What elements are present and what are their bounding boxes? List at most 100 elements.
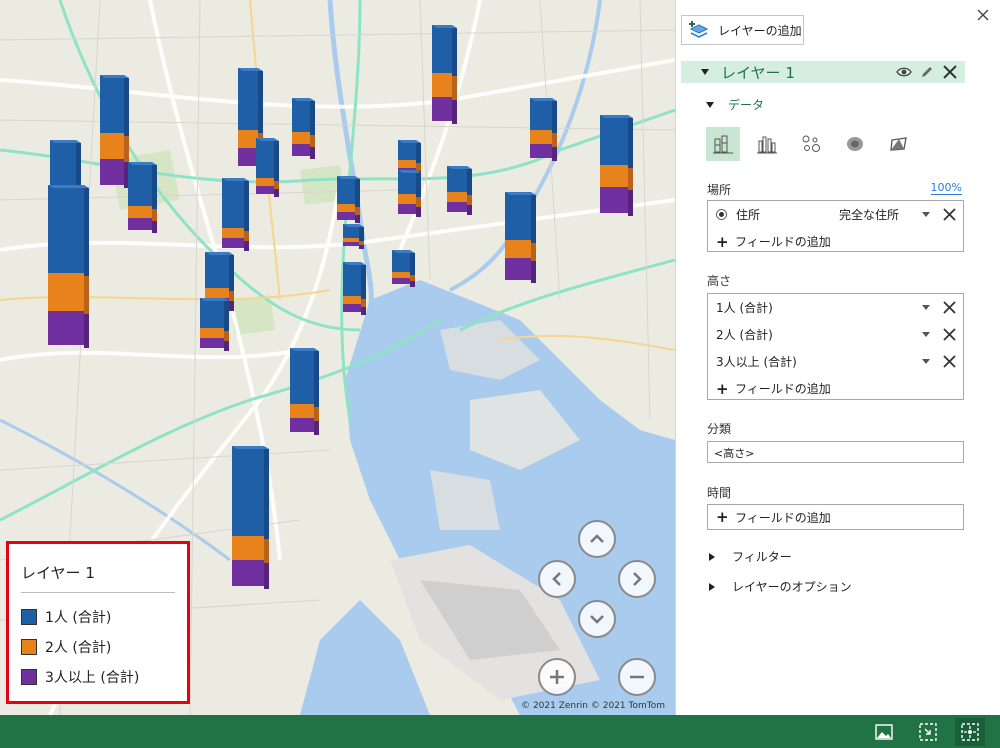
legend-label: 1人 (合計)	[45, 610, 112, 626]
bubble-button[interactable]	[794, 127, 828, 161]
column-segment	[432, 97, 452, 121]
column-side	[274, 181, 279, 189]
column-segment	[100, 75, 124, 133]
eye-icon[interactable]	[896, 64, 912, 80]
column-top	[505, 192, 536, 195]
close-pane-icon[interactable]	[976, 8, 990, 22]
column-top	[205, 252, 234, 255]
map-column	[222, 178, 249, 251]
pan-right-button[interactable]	[618, 560, 656, 598]
column-side	[224, 341, 229, 351]
map-view[interactable]: bing © 2021 Zenrin © 2021 TomTom レイヤー 1 …	[0, 0, 675, 715]
chevron-down-icon[interactable]	[922, 359, 930, 364]
add-layer-button[interactable]: レイヤーの追加	[681, 15, 804, 45]
add-location-field-row[interactable]: + フィールドの追加	[708, 228, 963, 255]
map-attribution: © 2021 Zenrin © 2021 TomTom	[521, 701, 665, 711]
right-icon	[633, 572, 642, 586]
column-side	[359, 245, 364, 249]
remove-field-icon[interactable]	[942, 300, 957, 315]
column-side	[124, 78, 129, 136]
column-side	[274, 141, 279, 181]
column-side	[229, 255, 234, 291]
time-field-box: + フィールドの追加	[707, 504, 964, 530]
column-segment	[343, 262, 361, 296]
remove-field-icon[interactable]	[942, 354, 957, 369]
layer-pane: レイヤーの追加 レイヤー 1 データ 場所 100% 住所 完全な住所 + フィ…	[675, 0, 1000, 715]
pan-down-button[interactable]	[578, 600, 616, 638]
height-label: 高さ	[707, 274, 732, 288]
add-field-label: フィールドの追加	[735, 235, 831, 249]
remove-field-icon[interactable]	[942, 207, 957, 222]
column-segment	[200, 328, 224, 338]
chevron-down-icon[interactable]	[922, 212, 930, 217]
column-side	[310, 135, 315, 147]
layer-header[interactable]: レイヤー 1	[681, 61, 965, 83]
region-button[interactable]	[882, 127, 916, 161]
legend-item: 2人 (合計)	[21, 632, 175, 662]
height-field-row[interactable]: 3人以上 (合計)	[708, 348, 963, 375]
column-top	[48, 185, 89, 188]
collapse-icon[interactable]	[701, 69, 709, 75]
height-field-row[interactable]: 2人 (合計)	[708, 321, 963, 348]
column-side	[224, 301, 229, 331]
column-segment	[290, 418, 314, 432]
chevron-down-icon[interactable]	[922, 305, 930, 310]
column-top	[232, 446, 269, 449]
pencil-icon[interactable]	[919, 64, 935, 80]
zoom-in-button[interactable]	[538, 658, 576, 696]
column-side	[531, 261, 536, 283]
column-side	[552, 133, 557, 147]
map-labels-button[interactable]	[873, 721, 895, 743]
column-side	[416, 197, 421, 207]
height-field-row[interactable]: 1人 (合計)	[708, 294, 963, 321]
legend-swatch-series2	[21, 639, 37, 655]
add-layer-label: レイヤーの追加	[718, 23, 802, 38]
location-confidence-link[interactable]: 100%	[930, 181, 962, 195]
zoom-out-button[interactable]	[618, 658, 656, 696]
column-segment	[238, 130, 258, 148]
column-side	[152, 165, 157, 209]
column-segment	[530, 144, 552, 158]
add-field-label: フィールドの追加	[735, 510, 831, 525]
height-field-name: 3人以上 (合計)	[716, 355, 797, 369]
column-side	[416, 143, 421, 163]
category-field[interactable]: <高さ>	[707, 441, 964, 463]
pan-left-button[interactable]	[538, 560, 576, 598]
column-side	[314, 421, 319, 435]
location-field-row[interactable]: 住所 完全な住所	[708, 201, 963, 228]
layer-options-header[interactable]: レイヤーのオプション	[709, 578, 852, 595]
radio-selected-icon[interactable]	[716, 209, 727, 220]
location-type-select[interactable]: 完全な住所	[839, 206, 899, 223]
column-side	[628, 190, 633, 216]
stacked-column-button[interactable]	[706, 127, 740, 161]
column-segment	[398, 160, 416, 168]
heat-map-button[interactable]	[838, 127, 872, 161]
flat-map-button[interactable]	[917, 721, 939, 743]
stacked-column-icon	[713, 135, 733, 154]
map-legend[interactable]: レイヤー 1 1人 (合計) 2人 (合計) 3人以上 (合計)	[6, 541, 190, 704]
bubble-icon	[802, 135, 820, 152]
pan-up-button[interactable]	[578, 520, 616, 558]
column-segment	[398, 204, 416, 214]
globe-view-button[interactable]	[955, 718, 985, 746]
delete-layer-icon[interactable]	[942, 64, 958, 80]
add-height-field-row[interactable]: + フィールドの追加	[708, 375, 963, 402]
clustered-column-button[interactable]	[750, 127, 784, 161]
column-segment	[398, 170, 416, 194]
column-side	[274, 189, 279, 197]
column-side	[361, 265, 366, 299]
column-side	[452, 100, 457, 124]
column-segment	[290, 348, 314, 404]
add-time-field-row[interactable]: + フィールドの追加	[708, 505, 963, 529]
column-side	[359, 227, 364, 241]
column-side	[244, 241, 249, 251]
data-section-header[interactable]: データ	[706, 96, 764, 113]
location-field-box: 住所 完全な住所 + フィールドの追加	[707, 200, 964, 252]
column-segment	[392, 250, 410, 272]
remove-field-icon[interactable]	[942, 327, 957, 342]
filter-section-header[interactable]: フィルター	[709, 548, 792, 565]
column-segment	[392, 278, 410, 284]
chevron-down-icon[interactable]	[922, 332, 930, 337]
landscape-icon	[875, 724, 893, 740]
column-side	[258, 71, 263, 133]
